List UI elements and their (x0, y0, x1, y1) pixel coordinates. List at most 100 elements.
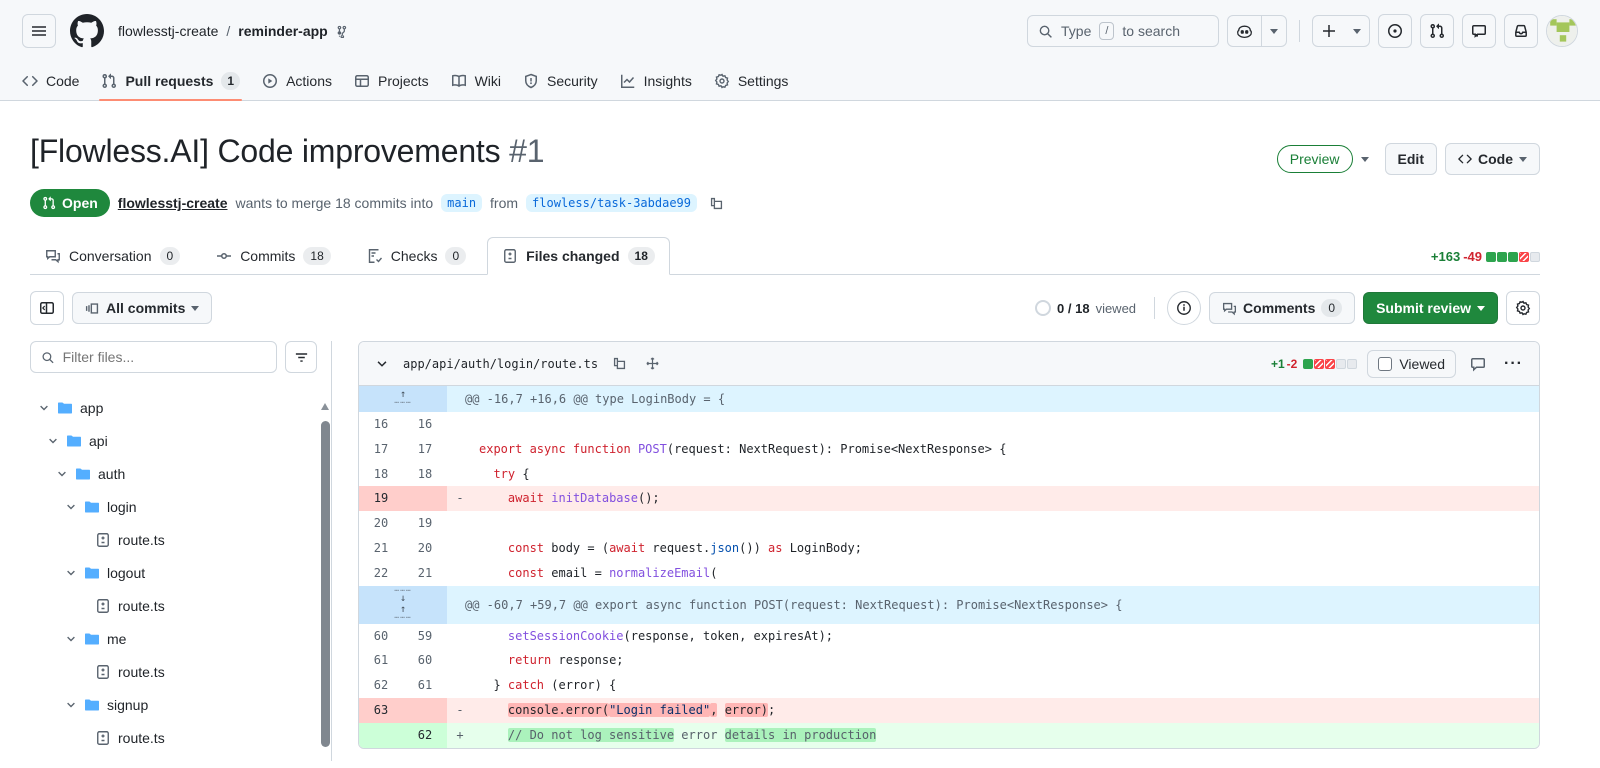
copilot-button[interactable] (1228, 16, 1261, 46)
base-branch-label[interactable]: main (441, 194, 483, 212)
new-line-number[interactable]: 16 (403, 412, 447, 437)
copy-path-button[interactable] (608, 352, 631, 375)
pr-author-link[interactable]: flowlesstj-create (118, 195, 228, 211)
user-avatar[interactable] (1546, 15, 1578, 47)
code-button[interactable]: Code (1445, 143, 1540, 175)
tree-folder-me[interactable]: me (30, 622, 317, 655)
pr-tab-commits[interactable]: Commits 18 (201, 237, 346, 275)
tree-file-route-ts[interactable]: route.ts (30, 655, 317, 688)
new-line-number[interactable]: 19 (403, 511, 447, 536)
code-line[interactable]: try { (473, 462, 1539, 487)
preview-button[interactable]: Preview (1276, 145, 1353, 173)
new-line-number[interactable]: 21 (403, 561, 447, 586)
diff-settings-button[interactable] (1506, 291, 1540, 325)
create-new-menu-button[interactable] (1345, 16, 1369, 46)
filter-options-button[interactable] (285, 341, 317, 373)
old-line-number[interactable]: 21 (359, 536, 403, 561)
new-line-number[interactable]: 62 (403, 722, 447, 748)
expand-up-button[interactable]: ↑ ┄┄┄ (390, 605, 415, 623)
old-line-number[interactable]: 17 (359, 437, 403, 462)
new-line-number[interactable] (403, 486, 447, 512)
filter-files-field[interactable] (30, 341, 277, 373)
old-line-number[interactable]: 22 (359, 561, 403, 586)
repo-nav-wiki[interactable]: Wiki (443, 62, 509, 100)
expand-up-button[interactable]: ↑ ┄┄┄ (390, 390, 415, 408)
comments-button[interactable]: Comments 0 (1209, 292, 1356, 324)
all-commits-dropdown[interactable]: All commits (72, 292, 213, 324)
code-line[interactable] (473, 511, 1539, 536)
file-comment-button[interactable] (1466, 352, 1490, 376)
repo-nav-projects[interactable]: Projects (346, 62, 437, 100)
tree-folder-api[interactable]: api (30, 424, 317, 457)
code-line[interactable]: export async function POST(request: Next… (473, 437, 1539, 462)
discussions-button[interactable] (1462, 14, 1496, 48)
repo-nav-code[interactable]: Code (14, 62, 87, 100)
new-line-number[interactable]: 61 (403, 673, 447, 698)
code-line[interactable]: return response; (473, 648, 1539, 673)
scrollbar-thumb[interactable] (321, 421, 330, 747)
code-line[interactable]: const email = normalizeEmail( (473, 561, 1539, 586)
old-line-number[interactable]: 62 (359, 673, 403, 698)
breadcrumb-owner[interactable]: flowlesstj-create (118, 23, 218, 39)
new-line-number[interactable]: 17 (403, 437, 447, 462)
breadcrumb-repo[interactable]: reminder-app (238, 23, 327, 39)
preview-menu-caret-icon[interactable] (1360, 156, 1369, 162)
code-line[interactable]: // Do not log sensitive error details in… (473, 722, 1539, 748)
old-line-number[interactable]: 20 (359, 511, 403, 536)
scrollbar-up-arrow[interactable] (321, 403, 329, 410)
old-line-number[interactable]: 60 (359, 624, 403, 649)
code-line[interactable]: setSessionCookie(response, token, expire… (473, 624, 1539, 649)
old-line-number[interactable]: 19 (359, 486, 403, 512)
repo-nav-security[interactable]: Security (515, 62, 606, 100)
tree-file-route-ts[interactable]: route.ts (30, 523, 317, 556)
issues-button[interactable] (1378, 14, 1412, 48)
new-line-number[interactable]: 60 (403, 648, 447, 673)
code-line[interactable]: } catch (error) { (473, 673, 1539, 698)
repo-nav-insights[interactable]: Insights (612, 62, 700, 100)
tree-file-route-ts[interactable]: route.ts (30, 589, 317, 622)
tree-file-route-ts[interactable]: route.ts (30, 721, 317, 754)
review-info-button[interactable] (1167, 291, 1202, 325)
expand-down-button[interactable]: ┄┄┄ ↓ (390, 586, 415, 604)
viewed-checkbox-button[interactable]: Viewed (1367, 349, 1457, 378)
edit-button[interactable]: Edit (1384, 143, 1437, 175)
old-line-number[interactable] (359, 722, 403, 748)
copilot-menu-button[interactable] (1262, 16, 1286, 46)
submit-review-button[interactable]: Submit review (1363, 292, 1498, 324)
filter-files-input[interactable] (62, 349, 266, 365)
repo-nav-actions[interactable]: Actions (254, 62, 340, 100)
github-logo[interactable] (70, 14, 104, 48)
drag-file-handle[interactable] (641, 352, 664, 375)
global-search-input[interactable]: Type / to search (1027, 15, 1219, 47)
old-line-number[interactable]: 63 (359, 697, 403, 723)
new-line-number[interactable] (403, 697, 447, 723)
hamburger-menu-button[interactable] (22, 14, 56, 48)
new-line-number[interactable]: 18 (403, 462, 447, 487)
tree-folder-login[interactable]: login (30, 490, 317, 523)
create-new-button[interactable] (1313, 16, 1345, 46)
pull-requests-button[interactable] (1420, 14, 1454, 48)
old-line-number[interactable]: 18 (359, 462, 403, 487)
collapse-file-button[interactable] (371, 353, 393, 375)
old-line-number[interactable]: 16 (359, 412, 403, 437)
copy-branch-button[interactable] (705, 192, 728, 215)
pr-tab-checks[interactable]: Checks 0 (352, 237, 481, 275)
new-line-number[interactable]: 59 (403, 624, 447, 649)
new-line-number[interactable]: 20 (403, 536, 447, 561)
head-branch-label[interactable]: flowless/task-3abdae99 (526, 194, 697, 212)
pr-tab-conversation[interactable]: Conversation 0 (30, 237, 195, 275)
pr-tab-files-changed[interactable]: Files changed 18 (487, 237, 670, 275)
repo-nav-settings[interactable]: Settings (706, 62, 797, 100)
diff-file-path[interactable]: app/api/auth/login/route.ts (403, 357, 598, 371)
tree-folder-app[interactable]: app (30, 391, 317, 424)
tree-folder-auth[interactable]: auth (30, 457, 317, 490)
tree-folder-signup[interactable]: signup (30, 688, 317, 721)
toggle-file-tree-button[interactable] (30, 291, 64, 325)
tree-folder-logout[interactable]: logout (30, 556, 317, 589)
code-line[interactable]: console.error("Login failed", error); (473, 697, 1539, 723)
old-line-number[interactable]: 61 (359, 648, 403, 673)
code-line[interactable] (473, 412, 1539, 437)
code-line[interactable]: const body = (await request.json()) as L… (473, 536, 1539, 561)
notifications-button[interactable] (1504, 14, 1538, 48)
file-tree-scrollbar[interactable] (320, 399, 331, 768)
